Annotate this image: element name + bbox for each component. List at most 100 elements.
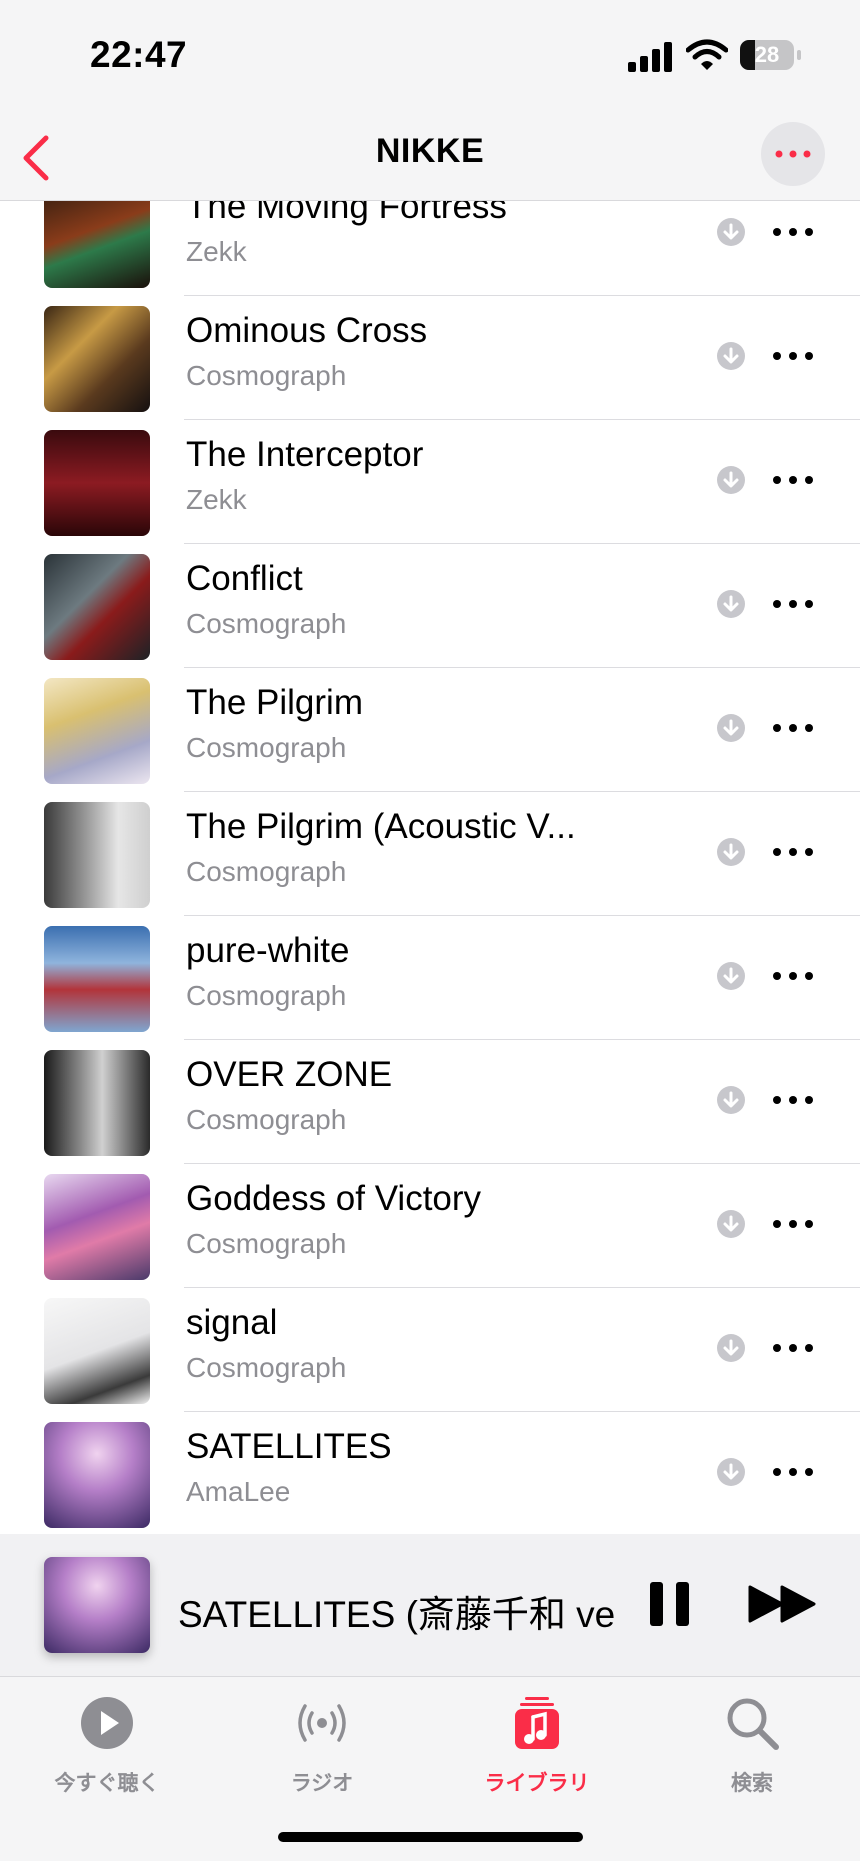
track-title: OVER ZONE — [186, 1055, 393, 1094]
more-options-button[interactable] — [761, 122, 825, 186]
album-artwork[interactable] — [44, 802, 150, 908]
ellipsis-icon[interactable] — [768, 1209, 818, 1239]
track-title: Conflict — [186, 559, 303, 598]
download-icon[interactable] — [716, 1209, 746, 1239]
fast-forward-icon[interactable] — [748, 1584, 818, 1624]
row-divider — [184, 419, 860, 420]
page-title: NIKKE — [375, 132, 485, 170]
album-artwork[interactable] — [44, 306, 150, 412]
now-playing-title[interactable]: SATELLITES (斎藤千和 ve... — [178, 1584, 618, 1638]
track-title: Ominous Cross — [186, 311, 428, 350]
status-bar: 22:47 28 — [0, 0, 860, 110]
tab-library[interactable]: ライブラリ — [437, 1685, 637, 1795]
pause-icon[interactable] — [648, 1580, 692, 1628]
tab-radio[interactable]: ラジオ — [222, 1685, 422, 1795]
track-row[interactable]: The Moving Fortress Zekk — [0, 201, 860, 296]
track-row[interactable]: Ominous Cross Cosmograph — [0, 297, 860, 420]
album-artwork[interactable] — [44, 926, 150, 1032]
album-artwork[interactable] — [44, 1174, 150, 1280]
track-title: The Pilgrim (Acoustic V... — [186, 807, 576, 846]
track-title: The Moving Fortress — [186, 201, 507, 226]
ellipsis-icon[interactable] — [768, 961, 818, 991]
row-divider — [184, 791, 860, 792]
cellular-signal-icon — [628, 42, 672, 72]
track-artist: AmaLee — [186, 1476, 291, 1507]
row-divider — [184, 1287, 860, 1288]
tab-label: 検索 — [731, 1772, 773, 1795]
download-icon[interactable] — [716, 589, 746, 619]
track-title: pure-white — [186, 931, 350, 970]
ellipsis-icon[interactable] — [768, 589, 818, 619]
album-artwork[interactable] — [44, 1298, 150, 1404]
track-row[interactable]: pure-white Cosmograph — [0, 917, 860, 1040]
ellipsis-icon — [775, 150, 811, 158]
download-icon[interactable] — [716, 465, 746, 495]
track-title: signal — [186, 1303, 278, 1342]
album-artwork[interactable] — [44, 678, 150, 784]
track-row[interactable]: OVER ZONE Cosmograph — [0, 1041, 860, 1164]
album-artwork[interactable] — [44, 554, 150, 660]
track-artist: Cosmograph — [186, 1228, 347, 1259]
track-title: SATELLITES — [186, 1427, 392, 1466]
download-icon[interactable] — [716, 961, 746, 991]
album-artwork[interactable] — [44, 1422, 150, 1528]
wifi-icon — [686, 39, 728, 70]
album-artwork[interactable] — [44, 1050, 150, 1156]
ellipsis-icon[interactable] — [768, 1085, 818, 1115]
status-time: 22:47 — [90, 34, 188, 75]
track-artist: Zekk — [186, 236, 247, 267]
ellipsis-icon[interactable] — [768, 465, 818, 495]
track-row[interactable]: The Pilgrim Cosmograph — [0, 669, 860, 792]
radio-broadcast-icon — [298, 1704, 346, 1742]
ellipsis-icon[interactable] — [768, 341, 818, 371]
row-divider — [184, 1163, 860, 1164]
track-artist: Cosmograph — [186, 856, 347, 887]
track-artist: Cosmograph — [186, 360, 347, 391]
tab-label: ライブラリ — [484, 1772, 590, 1795]
music-library-icon — [515, 1697, 559, 1749]
battery-icon: 28 — [740, 40, 802, 72]
row-divider — [184, 1039, 860, 1040]
track-artist: Zekk — [186, 484, 247, 515]
track-row[interactable]: The Interceptor Zekk — [0, 421, 860, 544]
track-title: The Interceptor — [186, 435, 424, 474]
track-artist: Cosmograph — [186, 1352, 347, 1383]
download-icon[interactable] — [716, 1333, 746, 1363]
album-artwork[interactable] — [44, 201, 150, 288]
search-icon — [727, 1698, 779, 1750]
track-row[interactable]: SATELLITES AmaLee — [0, 1413, 860, 1534]
ellipsis-icon[interactable] — [768, 837, 818, 867]
tab-label: ラジオ — [290, 1772, 354, 1795]
ellipsis-icon[interactable] — [768, 1457, 818, 1487]
battery-level: 28 — [754, 42, 780, 67]
download-icon[interactable] — [716, 341, 746, 371]
track-row[interactable]: signal Cosmograph — [0, 1289, 860, 1412]
album-artwork[interactable] — [44, 430, 150, 536]
download-icon[interactable] — [716, 1457, 746, 1487]
navigation-bar: NIKKE — [0, 110, 860, 201]
row-divider — [184, 543, 860, 544]
track-row[interactable]: The Pilgrim (Acoustic V... Cosmograph — [0, 793, 860, 916]
track-artist: Cosmograph — [186, 1104, 347, 1135]
track-list[interactable]: The Moving Fortress Zekk Ominous Cross Cosm… — [0, 201, 860, 1534]
row-divider — [184, 915, 860, 916]
mini-player[interactable]: SATELLITES (斎藤千和 ve... — [0, 1534, 860, 1677]
tab-listen-now[interactable]: 今すぐ聴く — [7, 1685, 207, 1795]
download-icon[interactable] — [716, 217, 746, 247]
ellipsis-icon[interactable] — [768, 217, 818, 247]
home-indicator[interactable] — [278, 1832, 583, 1842]
track-title: The Pilgrim — [186, 683, 363, 722]
track-artist: Cosmograph — [186, 608, 347, 639]
tab-label: 今すぐ聴く — [54, 1772, 160, 1795]
track-row[interactable]: Goddess of Victory Cosmograph — [0, 1165, 860, 1288]
play-circle-icon — [81, 1697, 133, 1749]
download-icon[interactable] — [716, 1085, 746, 1115]
download-icon[interactable] — [716, 837, 746, 867]
ellipsis-icon[interactable] — [768, 713, 818, 743]
now-playing-artwork[interactable] — [44, 1557, 150, 1653]
ellipsis-icon[interactable] — [768, 1333, 818, 1363]
download-icon[interactable] — [716, 713, 746, 743]
tab-search[interactable]: 検索 — [652, 1685, 852, 1795]
track-row[interactable]: Conflict Cosmograph — [0, 545, 860, 668]
row-divider — [184, 295, 860, 296]
